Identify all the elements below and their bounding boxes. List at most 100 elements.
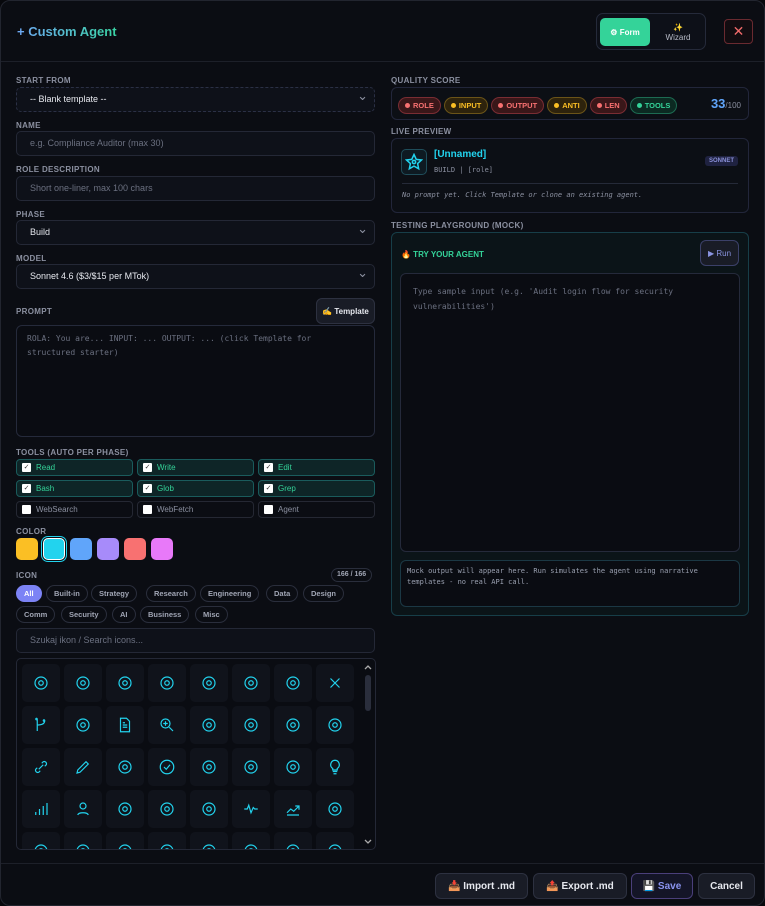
icon-option-crown[interactable] [148,832,186,849]
icon-option-clock[interactable] [190,832,228,849]
icon-option-lightbulb[interactable] [316,748,354,786]
icon-option-user[interactable] [64,790,102,828]
icon-option-book[interactable] [64,706,102,744]
icon-option-chart-2[interactable] [22,832,60,849]
icon-category-security[interactable]: Security [61,606,107,623]
icon-option-shield-lock[interactable] [106,748,144,786]
icon-label: ICON [16,571,38,580]
icon-option-clipboard[interactable] [232,748,270,786]
icon-option-pulse[interactable] [232,790,270,828]
icon-category-misc[interactable]: Misc [195,606,228,623]
icon-option-droplet[interactable] [106,790,144,828]
icon-category-ai[interactable]: AI [112,606,136,623]
mode-form-button[interactable]: ⚙ Form [600,18,650,46]
icon-category-engineering[interactable]: Engineering [200,585,260,602]
tool-checkbox-edit[interactable]: ✓ Edit [258,459,375,476]
playground-input[interactable]: Type sample input (e.g. 'Audit login flo… [400,273,740,552]
icon-option-zoom-in[interactable] [148,706,186,744]
icon-option-compass[interactable] [316,706,354,744]
mode-wizard-button[interactable]: ✨ Wizard [653,18,703,46]
icon-category-research[interactable]: Research [146,585,196,602]
tool-label: WebFetch [157,505,194,514]
color-swatch[interactable] [16,538,38,560]
icon-option-terminal[interactable] [190,664,228,702]
icon-option-check-circle[interactable] [148,748,186,786]
color-swatch[interactable] [70,538,92,560]
run-button[interactable]: ▶ Run [700,240,739,266]
icon-category-built-in[interactable]: Built-in [46,585,88,602]
export-md-button[interactable]: 📤 Export .md [533,873,627,899]
icon-option-pencil[interactable] [64,748,102,786]
icon-option-flag[interactable] [232,832,270,849]
icon-option-wrench[interactable] [274,748,312,786]
icon-option-bar-chart[interactable] [316,790,354,828]
tool-checkbox-webfetch[interactable]: WebFetch [137,501,254,518]
tool-checkbox-read[interactable]: ✓ Read [16,459,133,476]
icon-count-badge: 166 / 166 [331,568,373,582]
icon-option-scatter[interactable] [106,664,144,702]
phase-label: PHASE [16,210,46,219]
icon-grid-scrollbar[interactable] [364,663,372,846]
icon-option-gauge[interactable] [190,748,228,786]
icon-option-grid[interactable] [64,832,102,849]
icon-category-data[interactable]: Data [266,585,299,602]
icon-option-link[interactable] [22,748,60,786]
icon-option-browser[interactable] [232,706,270,744]
cancel-button[interactable]: Cancel [698,873,755,899]
template-button[interactable]: ✍ Template [316,298,375,324]
role-input[interactable]: Short one-liner, max 100 chars [16,176,375,201]
close-button[interactable]: ✕ [724,19,753,44]
name-input[interactable]: e.g. Compliance Auditor (max 30) [16,131,375,156]
icon-option-trend-up[interactable] [274,790,312,828]
tool-checkbox-agent[interactable]: Agent [258,501,375,518]
icon-category-business[interactable]: Business [140,606,190,623]
wrench-icon [286,760,300,774]
icon-option-target[interactable] [232,664,270,702]
tool-checkbox-websearch[interactable]: WebSearch [16,501,133,518]
icon-option-hierarchy[interactable] [64,664,102,702]
model-badge: SONNET [704,156,738,166]
tool-label: Read [36,463,56,472]
icon-option-network[interactable] [148,790,186,828]
model-select[interactable]: Sonnet 4.6 ($3/$15 per MTok) [16,261,375,289]
checkbox-icon [264,505,273,514]
tool-checkbox-write[interactable]: ✓ Write [137,459,254,476]
color-swatch[interactable] [97,538,119,560]
icon-option-flame[interactable] [22,664,60,702]
playground-label: TESTING PLAYGROUND (MOCK) [391,221,524,230]
icon-option-radar[interactable] [274,832,312,849]
trend-up-icon [286,805,300,816]
tool-checkbox-grep[interactable]: ✓ Grep [258,480,375,497]
icon-option-git-branch[interactable] [22,706,60,744]
prompt-textarea[interactable]: ROLA: You are... INPUT: ... OUTPUT: ... … [16,325,375,437]
save-button[interactable]: 💾 Save [631,873,693,899]
icon-option-close[interactable] [316,664,354,702]
icon-option-wand[interactable] [274,706,312,744]
icon-option-chat[interactable] [274,664,312,702]
icon-category-strategy[interactable]: Strategy [91,585,138,602]
icon-search-input[interactable]: Szukaj ikon / Search icons... [16,628,375,653]
icon-option-document[interactable] [106,706,144,744]
color-swatch[interactable] [124,538,146,560]
icon-option-database[interactable] [190,790,228,828]
color-swatch[interactable] [43,538,65,560]
link-icon [34,760,48,774]
checkbox-icon: ✓ [22,463,31,472]
icon-category-comm[interactable]: Comm [16,606,56,623]
icon-option-route[interactable] [148,664,186,702]
icon-option-bar-signal[interactable] [22,790,60,828]
color-swatch[interactable] [151,538,173,560]
icon-option-bracket[interactable] [316,832,354,849]
checkbox-icon: ✓ [22,484,31,493]
icon-category-all[interactable]: All [16,585,42,602]
wizard-label: Wizard [665,33,691,42]
phase-select[interactable]: Build [16,217,375,245]
icon-option-dots[interactable] [106,832,144,849]
droplet-icon [118,802,132,816]
import-md-button[interactable]: 📥 Import .md [435,873,528,899]
start-from-select[interactable]: -- Blank template -- [16,84,375,112]
icon-option-server[interactable] [190,706,228,744]
tool-checkbox-glob[interactable]: ✓ Glob [137,480,254,497]
icon-category-design[interactable]: Design [303,585,345,602]
tool-checkbox-bash[interactable]: ✓ Bash [16,480,133,497]
